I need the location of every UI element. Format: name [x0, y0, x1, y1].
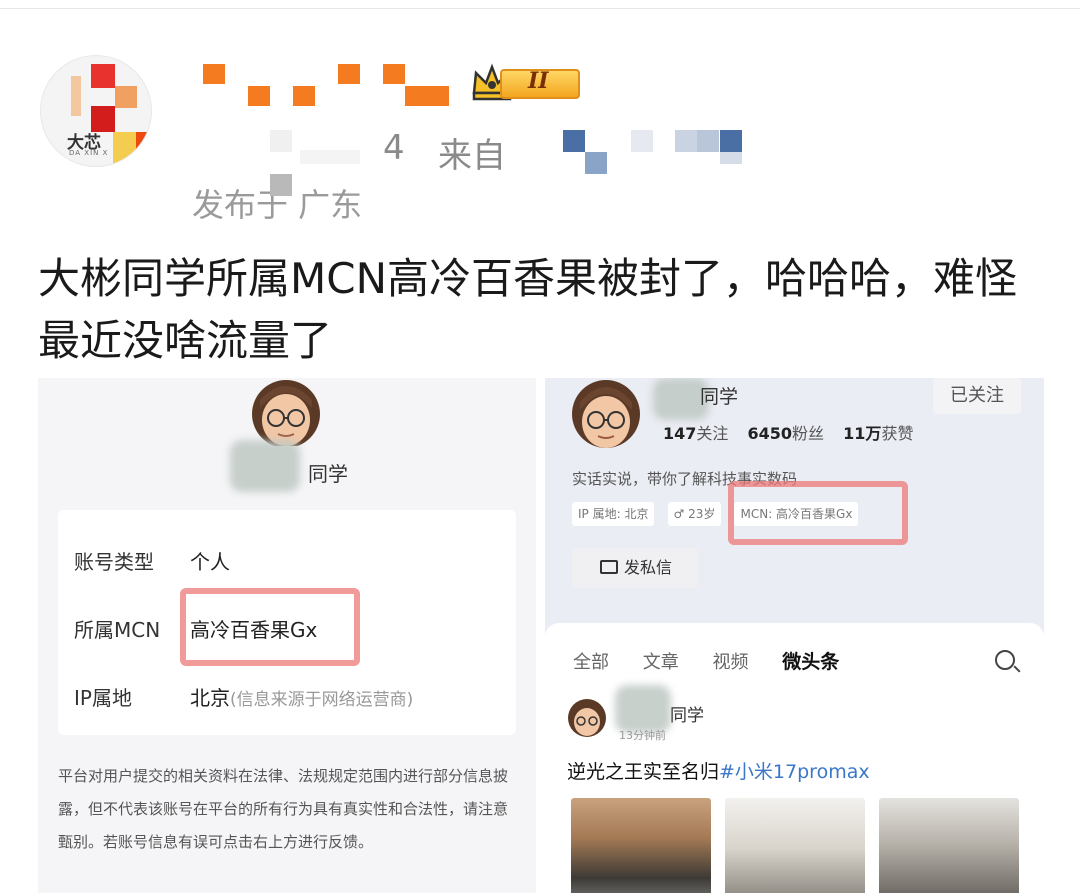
- account-type-label: 账号类型: [74, 550, 154, 574]
- feed-post-title[interactable]: 逆光之王实至名归#小米17promax: [567, 757, 870, 784]
- account-type-value: 个人: [190, 550, 230, 574]
- memoji-avatar-icon: [252, 380, 320, 446]
- ip-location-value: 北京(信息来源于网络运营商): [190, 686, 414, 710]
- location-mosaic: [270, 174, 292, 196]
- rank-badge[interactable]: II: [470, 63, 582, 103]
- mosaic-block: [115, 86, 137, 108]
- tab-micro-posts[interactable]: 微头条: [782, 651, 839, 673]
- mcn-highlight-box: [180, 588, 360, 666]
- post-photo-thumbnail[interactable]: [571, 798, 711, 893]
- send-message-button[interactable]: 发私信: [572, 548, 698, 588]
- mosaic-block: [91, 106, 115, 132]
- avatar-logo-subtext: DA XIN X: [69, 149, 109, 157]
- user-avatar[interactable]: 大芯 DA XIN X: [40, 55, 152, 167]
- tab-all[interactable]: 全部: [573, 652, 609, 673]
- search-icon[interactable]: [995, 650, 1015, 670]
- ip-location-note: (信息来源于网络运营商): [230, 690, 414, 710]
- username-blur: [230, 440, 300, 492]
- post-photo-thumbnail[interactable]: [725, 798, 865, 893]
- followed-button[interactable]: 已关注: [933, 378, 1021, 414]
- post-author-fragment: 同学: [670, 706, 704, 726]
- tab-articles[interactable]: 文章: [643, 652, 679, 673]
- post-photo-thumbnail[interactable]: [879, 798, 1019, 893]
- tab-videos[interactable]: 视频: [712, 652, 748, 673]
- ip-tag: IP 属地: 北京: [572, 502, 655, 526]
- right-screenshot[interactable]: 同学 已关注 147关注 6450粉丝 11万获赞 实话实说，带你了解科技事实数…: [545, 378, 1044, 893]
- post-source-label: 来自: [438, 136, 506, 176]
- left-username-fragment: 同学: [308, 462, 348, 486]
- left-screenshot[interactable]: 同学 账号类型 个人 所属MCN 高冷百香果Gx IP属地 北京(信息来源于网络…: [38, 378, 536, 893]
- post-time: 13分钟前: [619, 729, 666, 742]
- disclaimer-text: 平台对用户提交的相关资料在法律、法规规定范围内进行部分信息披露，但不代表该账号在…: [58, 767, 509, 851]
- profile-tabs: 全部 文章 视频 微头条: [573, 647, 867, 674]
- rank-label: II: [528, 68, 549, 94]
- mosaic-block: [113, 132, 137, 166]
- top-divider: [0, 8, 1080, 9]
- topic-link[interactable]: #小米17promax: [719, 761, 870, 783]
- author-avatar-icon: [568, 699, 606, 737]
- mosaic-block: [136, 132, 151, 166]
- post-body: 大彬同学所属MCN高冷百香果被封了，哈哈哈，难怪最近没啥流量了: [38, 254, 1017, 365]
- post-time-fragment: 4: [383, 128, 405, 168]
- username-blur: [615, 685, 671, 733]
- profile-feed: 全部 文章 视频 微头条 同学 13分钟前 逆光之王实至名归#小米17proma…: [545, 623, 1044, 893]
- right-username-fragment: 同学: [700, 386, 739, 408]
- mosaic-block: [91, 64, 115, 88]
- ip-location-label: IP属地: [74, 686, 132, 710]
- profile-stats: 147关注 6450粉丝 11万获赞: [663, 424, 914, 443]
- age-tag: ♂ 23岁: [667, 502, 722, 526]
- mail-icon: [600, 560, 618, 574]
- memoji-avatar-icon: [572, 380, 640, 448]
- mosaic-block: [71, 76, 81, 116]
- mcn-label: 所属MCN: [74, 618, 161, 642]
- mcn-highlight-box: [728, 481, 908, 545]
